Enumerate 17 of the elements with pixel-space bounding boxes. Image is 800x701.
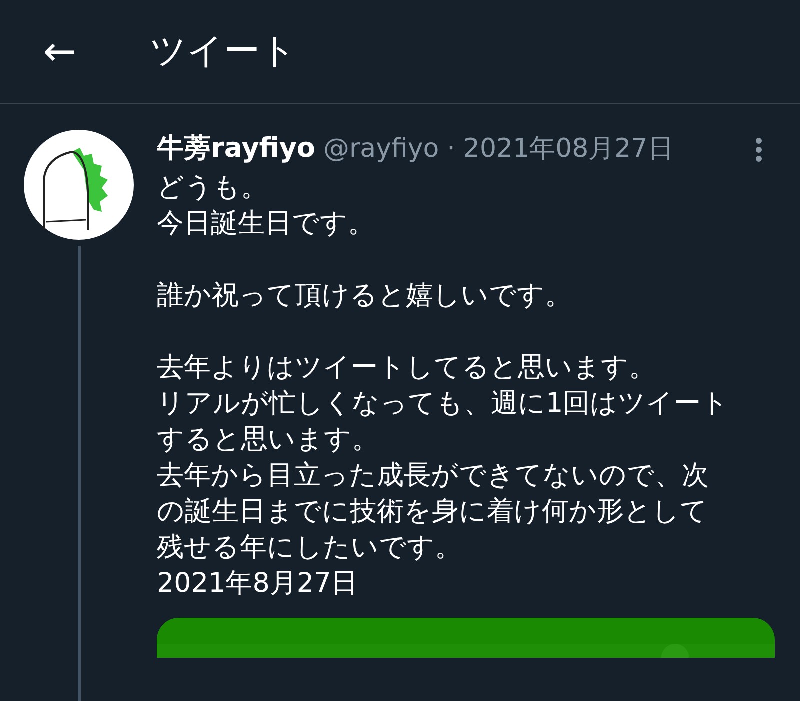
tweet-text: 去年よりはツイートしてると思います。 [157,351,656,385]
more-icon[interactable] [755,137,763,163]
tweet-text: どうも。 [157,171,268,205]
tweet-text: リアルが忙しくなっても、週に1回はツイート [157,387,730,421]
tweet-text: 2021年8月27日 [157,567,358,601]
tweet-text: 誰か祝って頂けると嬉しいです。 [157,279,572,313]
tweet-text: の誕生日までに技術を身に着け何か形として [157,495,708,529]
back-button[interactable]: ← [36,28,84,74]
tweet-text: 去年から目立った成長ができてないので、次 [157,459,709,493]
separator: · [447,134,456,164]
tweet-text: 今日誕生日です。 [157,207,375,241]
user-handle: @rayfiyo [323,134,440,164]
display-name: 牛蒡rayfiyo [157,132,316,166]
tweet-text: すると思います。 [157,423,379,457]
tweet-date: 2021年08月27日 [463,133,674,166]
tweet-text: 残せる年にしたいです。 [157,531,462,565]
page-title: ツイート [150,30,297,74]
